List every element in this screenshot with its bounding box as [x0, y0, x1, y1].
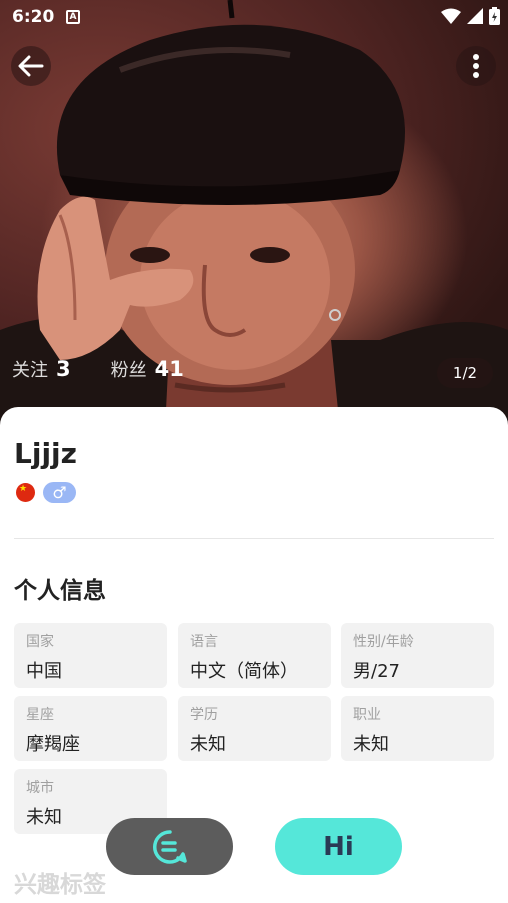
more-options-button[interactable] — [456, 46, 496, 86]
info-value: 未知 — [190, 734, 226, 755]
follow-stats: 关注 3 粉丝 41 — [12, 356, 184, 382]
followers-label[interactable]: 粉丝 — [111, 356, 147, 382]
signal-icon — [467, 8, 483, 24]
wifi-icon — [441, 8, 461, 24]
info-value: 未知 — [353, 734, 389, 755]
info-label: 语言 — [190, 634, 218, 650]
following-label[interactable]: 关注 — [12, 356, 48, 382]
chat-button[interactable] — [106, 818, 233, 875]
china-flag-icon: ★ — [16, 483, 35, 502]
status-icons — [441, 7, 500, 25]
profile-photo[interactable]: 6:20 A 关注 3 粉丝 41 1/2 — [0, 0, 508, 430]
status-time: 6:20 — [12, 7, 55, 27]
divider — [14, 538, 494, 539]
info-value: 中国 — [26, 661, 62, 682]
info-label: 性别/年龄 — [353, 634, 414, 650]
status-bar: 6:20 A — [0, 0, 508, 36]
personal-info-title: 个人信息 — [14, 578, 106, 604]
back-button[interactable] — [11, 46, 51, 86]
info-label: 职业 — [353, 707, 381, 723]
followers-count[interactable]: 41 — [155, 357, 184, 381]
notification-icon: A — [66, 10, 80, 24]
info-label: 城市 — [26, 780, 54, 796]
profile-card: Ljjjz ★ ♂ 个人信息 国家 中国 语言 中文（简体） 性别/年龄 男/2… — [0, 407, 508, 903]
chat-bubble-icon — [152, 829, 187, 864]
more-vertical-icon — [473, 54, 479, 78]
username: Ljjjz — [14, 437, 77, 470]
info-cell-occupation: 职业 未知 — [341, 696, 494, 761]
info-cell-language: 语言 中文（简体） — [178, 623, 331, 688]
photo-page-indicator: 1/2 — [437, 358, 493, 388]
info-value: 中文（简体） — [190, 661, 298, 682]
gender-badge: ♂ — [43, 482, 76, 503]
following-count[interactable]: 3 — [56, 357, 71, 381]
info-label: 学历 — [190, 707, 218, 723]
info-cell-zodiac: 星座 摩羯座 — [14, 696, 167, 761]
battery-charging-icon — [489, 7, 500, 25]
interest-tags-title: 兴趣标签 — [14, 872, 106, 898]
info-cell-education: 学历 未知 — [178, 696, 331, 761]
arrow-left-icon — [18, 55, 44, 77]
info-cell-country: 国家 中国 — [14, 623, 167, 688]
info-label: 国家 — [26, 634, 54, 650]
say-hi-button[interactable]: Hi — [275, 818, 402, 875]
info-cell-gender-age: 性别/年龄 男/27 — [341, 623, 494, 688]
info-value: 男/27 — [353, 661, 400, 682]
info-label: 星座 — [26, 707, 54, 723]
info-value: 摩羯座 — [26, 734, 80, 755]
